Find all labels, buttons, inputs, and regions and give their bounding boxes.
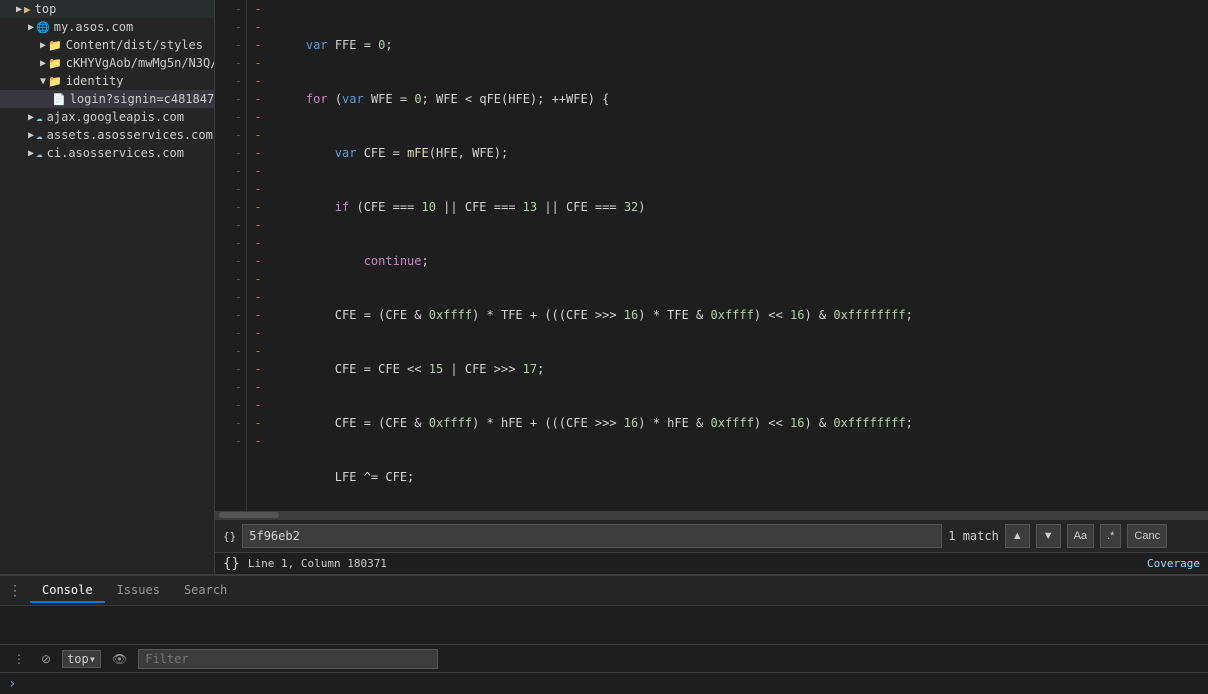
sidebar-label-ajax: ajax.googleapis.com [47,110,184,124]
sidebar-item-identity[interactable]: ▼ 📁 identity [0,72,214,90]
status-bar: {} Line 1, Column 180371 Coverage [215,552,1208,574]
folder-icon-content: 📁 [48,39,62,52]
domain-icon: 🌐 [36,21,50,34]
folder-icon-ck: 📁 [48,57,62,70]
format-icon: {} [223,530,236,543]
panel-menu-icon[interactable]: ⋮ [8,583,22,599]
close-search-btn[interactable]: Canc [1127,524,1167,548]
tab-console[interactable]: Console [30,579,105,603]
file-icon-login: 📄 [52,93,66,106]
bottom-panel: ⋮ Console Issues Search ⋮ ⊘ top ▾ 👁 › [0,574,1208,694]
tab-search[interactable]: Search [172,579,239,603]
code-editor: ----- ----- ----- ----- ----- ----- ----… [215,0,1208,511]
coverage-link[interactable]: Coverage [1147,557,1200,570]
folder-icon-identity: 📁 [48,75,62,88]
line-numbers: ----- ----- ----- ----- ----- [215,0,247,511]
filter-input[interactable] [138,649,438,669]
diff-gutter: ----- ----- ----- ----- ----- [247,0,269,511]
code-area: ----- ----- ----- ----- ----- ----- ----… [215,0,1208,574]
top-dropdown[interactable]: top ▾ [62,650,101,668]
arrow-icon-ci: ▶ [28,148,34,159]
sidebar-label-login: login?signin=c481847f3ae [70,92,214,106]
arrow-icon-ck: ▶ [40,58,46,69]
code-line: continue; [277,252,1200,270]
sidebar-item-ajax[interactable]: ▶ ☁ ajax.googleapis.com [0,108,214,126]
sidebar-item-assets[interactable]: ▶ ☁ assets.asosservices.com [0,126,214,144]
code-line: var FFE = 0; [277,36,1200,54]
sidebar-item-login[interactable]: 📄 login?signin=c481847f3ae [0,90,214,108]
code-content[interactable]: var FFE = 0; for (var WFE = 0; WFE < qFE… [269,0,1208,511]
arrow-icon-ajax: ▶ [28,112,34,123]
code-line: LFE ^= CFE; [277,468,1200,486]
console-prompt: › [0,672,1208,694]
cloud-icon-ci: ☁ [36,147,43,160]
sidebar-label-ck: cKHYVgAob/mwMg5n/N3Q/ [66,56,214,70]
format-icon-status: {} [223,556,240,572]
clear-console-btn[interactable]: ⊘ [36,650,56,668]
code-line: CFE = (CFE & 0xffff) * hFE + (((CFE >>> … [277,414,1200,432]
search-input-wrapper [242,524,942,548]
tab-issues[interactable]: Issues [105,579,172,603]
prompt-arrow-icon: › [8,676,16,692]
search-down-btn[interactable]: ▼ [1036,524,1061,548]
sidebar-label-content: Content/dist/styles [66,38,203,52]
sidebar-label-ci: ci.asosservices.com [47,146,184,160]
code-line: CFE = CFE << 15 | CFE >>> 17; [277,360,1200,378]
collapse-arrow-icon: ▶ [28,22,34,33]
show-eye-btn[interactable]: 👁 [107,650,132,668]
console-toolbar: ⋮ ⊘ top ▾ 👁 [0,644,1208,672]
console-menu-btn[interactable]: ⋮ [8,650,30,668]
sidebar-item-content-dist[interactable]: ▶ 📁 Content/dist/styles [0,36,214,54]
search-bar: {} 1 match ▲ ▼ Aa .* Canc [215,519,1208,552]
line-col-status: Line 1, Column 180371 [248,557,387,570]
sidebar-item-myasos[interactable]: ▶ 🌐 my.asos.com [0,18,214,36]
search-up-btn[interactable]: ▲ [1005,524,1030,548]
sidebar-item-ckhyv[interactable]: ▶ 📁 cKHYVgAob/mwMg5n/N3Q/ [0,54,214,72]
horizontal-scrollbar[interactable] [215,511,1208,519]
dropdown-chevron-icon: ▾ [89,652,96,666]
case-sensitive-btn[interactable]: Aa [1067,524,1094,548]
arrow-icon-identity: ▼ [40,76,46,87]
arrow-icon-assets: ▶ [28,130,34,141]
regex-btn[interactable]: .* [1100,524,1121,548]
panel-tabs: ⋮ Console Issues Search [0,576,1208,606]
search-input[interactable] [249,529,935,543]
arrow-icon: ▶ [16,4,22,15]
match-count: 1 match [948,529,999,543]
scrollbar-thumb [219,512,279,518]
cloud-icon-ajax: ☁ [36,111,43,124]
sidebar-item-top[interactable]: ▶ ▶ top [0,0,214,18]
arrow-icon-content: ▶ [40,40,46,51]
code-line: if (CFE === 10 || CFE === 13 || CFE === … [277,198,1200,216]
sidebar-label-identity: identity [66,74,124,88]
top-label: top [67,652,89,666]
code-line: var CFE = mFE(HFE, WFE); [277,144,1200,162]
cloud-icon-assets: ☁ [36,129,43,142]
sidebar: ▶ ▶ top ▶ 🌐 my.asos.com ▶ 📁 Content/dist… [0,0,215,574]
folder-icon: ▶ [24,3,31,16]
sidebar-label-myasos: my.asos.com [54,20,133,34]
sidebar-label-assets: assets.asosservices.com [47,128,213,142]
panel-content [0,606,1208,644]
code-line: CFE = (CFE & 0xffff) * TFE + (((CFE >>> … [277,306,1200,324]
sidebar-item-ci[interactable]: ▶ ☁ ci.asosservices.com [0,144,214,162]
main-container: ▶ ▶ top ▶ 🌐 my.asos.com ▶ 📁 Content/dist… [0,0,1208,574]
sidebar-label-top: top [35,2,57,16]
code-line: for (var WFE = 0; WFE < qFE(HFE); ++WFE)… [277,90,1200,108]
